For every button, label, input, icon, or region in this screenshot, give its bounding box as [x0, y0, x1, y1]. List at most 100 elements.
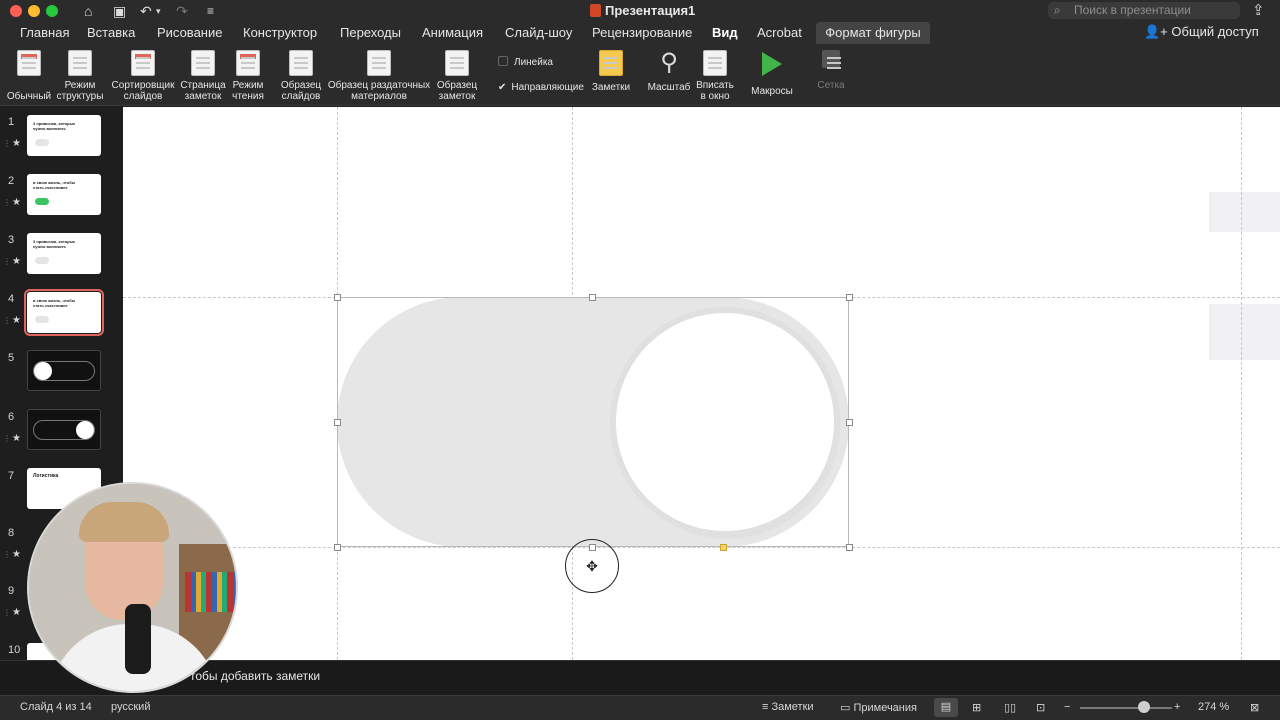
- thumb-switch: [35, 139, 49, 146]
- powerpoint-file-icon: [590, 4, 601, 17]
- save-icon[interactable]: ▣: [113, 2, 126, 20]
- slide-number: 1: [8, 116, 15, 128]
- home-icon[interactable]: ⌂: [84, 2, 92, 20]
- notes-page-label-1: Страница: [180, 80, 226, 91]
- minimize-window-button[interactable]: [28, 5, 40, 17]
- share-button[interactable]: 👤+ Общий доступ: [1144, 24, 1259, 40]
- vertical-guide[interactable]: [1241, 107, 1242, 660]
- adjust-handle[interactable]: [720, 544, 727, 551]
- reading-view-button[interactable]: Режим чтения: [228, 50, 268, 102]
- notes-master-icon: [445, 50, 469, 76]
- resize-handle[interactable]: [334, 294, 341, 301]
- fit-slide-icon[interactable]: ⊠: [1250, 701, 1259, 714]
- zoom-out-button[interactable]: −: [1064, 701, 1070, 713]
- slide-master-button[interactable]: Образец слайдов: [278, 50, 324, 102]
- comments-label: Примечания: [853, 702, 917, 714]
- close-window-button[interactable]: [10, 5, 22, 17]
- zoom-slider-track[interactable]: [1080, 707, 1172, 709]
- tab-design[interactable]: Конструктор: [243, 25, 317, 40]
- add-person-icon: 👤+: [1144, 24, 1168, 39]
- tab-insert[interactable]: Вставка: [87, 25, 135, 40]
- tab-review[interactable]: Рецензирование: [592, 25, 692, 40]
- zoom-button[interactable]: ⚲ Масштаб: [646, 50, 692, 94]
- tab-shape-format[interactable]: Формат фигуры: [816, 22, 930, 44]
- comments-button[interactable]: ▭ Примечания: [840, 701, 917, 714]
- fit-to-window-icon: [703, 50, 727, 76]
- search-icon: ⌕: [1054, 3, 1061, 17]
- normal-view-button[interactable]: Обычный: [6, 50, 52, 102]
- thumb-title: в свою жизнь, чтобы стать счастливее: [33, 298, 76, 308]
- share-button-label: Общий доступ: [1171, 24, 1259, 39]
- slide-thumbnail-5[interactable]: [27, 350, 101, 391]
- horizontal-guide[interactable]: [123, 547, 1280, 548]
- sorter-view-status-button[interactable]: ⊞: [972, 701, 981, 714]
- customize-toolbar-icon[interactable]: ≡: [207, 2, 214, 20]
- tab-transitions[interactable]: Переходы: [340, 25, 401, 40]
- slide-thumbnail-2[interactable]: в свою жизнь, чтобы стать счастливее: [27, 174, 101, 215]
- animation-star-icon: ★: [3, 607, 21, 618]
- tab-view[interactable]: Вид: [712, 25, 738, 40]
- slide-number: 4: [8, 293, 15, 305]
- normal-view-status-button[interactable]: ▤: [934, 698, 958, 717]
- outline-view-button[interactable]: Режим структуры: [54, 50, 106, 102]
- reading-view-status-button[interactable]: ▯▯: [1004, 701, 1016, 714]
- slide-canvas[interactable]: ✥: [123, 107, 1280, 660]
- slide-thumbnail-4-selected[interactable]: в свою жизнь, чтобы стать счастливее: [24, 289, 104, 336]
- slide-sorter-icon: [131, 50, 155, 76]
- notes-master-button[interactable]: Образец заметок: [434, 50, 480, 102]
- slideshow-status-button[interactable]: ⊡: [1036, 701, 1045, 714]
- share-window-icon[interactable]: ⇪: [1252, 1, 1265, 19]
- slide-master-icon: [289, 50, 313, 76]
- fit-to-window-button[interactable]: Вписать в окно: [694, 50, 736, 102]
- resize-handle[interactable]: [589, 294, 596, 301]
- move-cursor-icon: ✥: [565, 539, 619, 593]
- view-ribbon: Обычный Режим структуры Сортировщик слай…: [0, 44, 1280, 106]
- notes-page-button[interactable]: Страница заметок: [178, 50, 228, 102]
- normal-view-icon: [17, 50, 41, 76]
- language-indicator[interactable]: русский: [111, 701, 150, 713]
- thumb-title: в свою жизнь, чтобы стать счастливее: [33, 180, 76, 190]
- resize-handle[interactable]: [846, 544, 853, 551]
- notes-toggle-button[interactable]: Заметки: [590, 50, 632, 93]
- outline-view-icon: [68, 50, 92, 76]
- slide-thumbnail-6[interactable]: [27, 409, 101, 450]
- notes-page-label-2: заметок: [184, 91, 222, 102]
- slide-master-label-1: Образец: [280, 80, 322, 91]
- grid-icon: [822, 50, 841, 68]
- macros-button[interactable]: Макросы: [748, 50, 796, 97]
- slide-sorter-button[interactable]: Сортировщик слайдов: [108, 50, 178, 102]
- zoom-slider-thumb[interactable]: [1138, 701, 1150, 713]
- handout-master-button[interactable]: Образец раздаточных материалов: [326, 50, 432, 102]
- resize-handle[interactable]: [846, 294, 853, 301]
- zoom-window-button[interactable]: [46, 5, 58, 17]
- grid-button[interactable]: Сетка: [812, 50, 850, 91]
- redo-icon[interactable]: ↷: [176, 2, 188, 20]
- zoom-percentage[interactable]: 274 %: [1198, 701, 1229, 713]
- resize-handle[interactable]: [846, 419, 853, 426]
- tab-animations[interactable]: Анимация: [422, 25, 483, 40]
- tab-acrobat[interactable]: Acrobat: [757, 25, 802, 40]
- tab-slideshow[interactable]: Слайд-шоу: [505, 25, 572, 40]
- zoom-in-button[interactable]: +: [1174, 701, 1180, 713]
- resize-handle[interactable]: [334, 544, 341, 551]
- tab-draw[interactable]: Рисование: [157, 25, 222, 40]
- powerpoint-window: ⌂ ▣ ↶ ▾ ↷ ≡ Презентация1 ⌕ Поиск в презен…: [0, 0, 1280, 720]
- resize-handle[interactable]: [334, 419, 341, 426]
- search-input[interactable]: ⌕ Поиск в презентации: [1048, 2, 1240, 19]
- ruler-checkbox[interactable]: Линейка: [498, 56, 553, 68]
- undo-icon[interactable]: ↶: [140, 2, 152, 20]
- notes-status-button[interactable]: ≡ Заметки: [762, 701, 814, 713]
- zoom-label: Масштаб: [647, 82, 691, 93]
- checkmark-icon: ✔: [498, 82, 507, 93]
- slide-thumbnail-3[interactable]: 3 привычки, которые нужно включить: [27, 233, 101, 274]
- slide-thumbnail-1[interactable]: 3 привычки, которые нужно включить: [27, 115, 101, 156]
- play-icon: [762, 52, 782, 76]
- undo-dropdown-icon[interactable]: ▾: [156, 2, 161, 20]
- slide-number: 2: [8, 175, 15, 187]
- tab-home[interactable]: Главная: [20, 25, 69, 40]
- shape-selection-box[interactable]: [337, 297, 849, 547]
- document-title-text: Презентация1: [605, 3, 696, 18]
- guides-checkbox[interactable]: ✔ Направляющие: [498, 82, 584, 93]
- slide-title-partial: [343, 107, 374, 144]
- reading-view-label-1: Режим: [232, 80, 264, 91]
